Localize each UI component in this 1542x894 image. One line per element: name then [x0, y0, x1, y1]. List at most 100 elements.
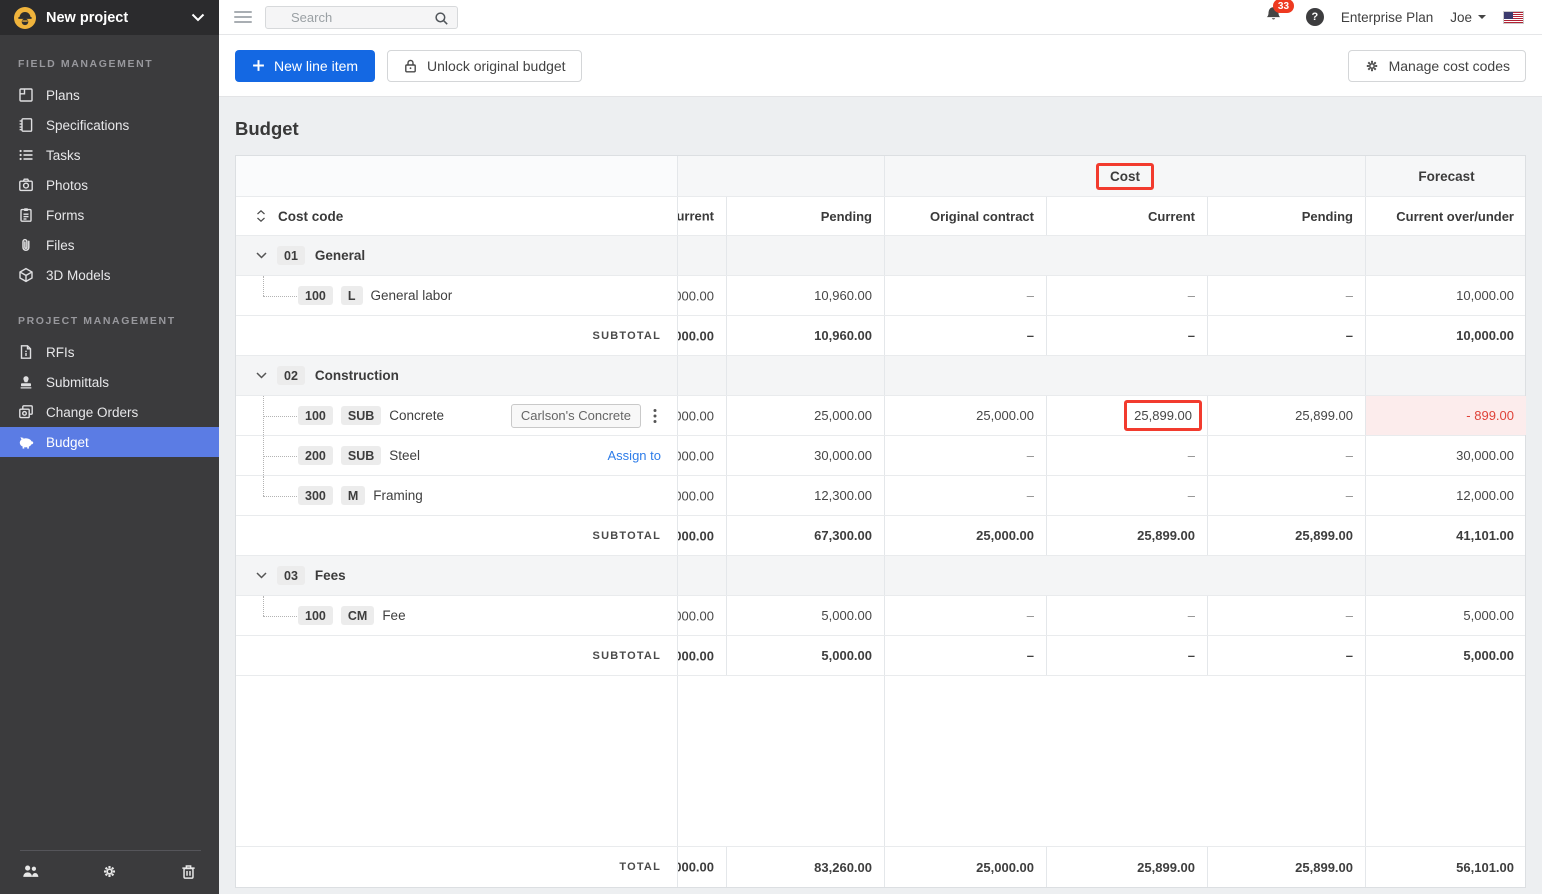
assign-to-link[interactable]: Assign to	[608, 448, 661, 463]
user-menu[interactable]: Joe	[1450, 10, 1486, 25]
project-switcher[interactable]: New project	[0, 0, 219, 35]
tree-line	[263, 596, 264, 616]
sidebar-item-forms[interactable]: Forms	[0, 200, 219, 230]
unlock-original-budget-button[interactable]: Unlock original budget	[387, 50, 582, 82]
piggy-bank-icon	[18, 434, 34, 450]
cell-pending-cost	[1207, 556, 1365, 595]
gear-icon	[1364, 58, 1380, 74]
cost-code-cell: 03Fees	[236, 556, 678, 595]
cell-current-clipped: 000.00	[678, 436, 726, 475]
cell-pending-cost: 25,899.00	[1207, 396, 1365, 435]
cell-current-over-under: 41,101.00	[1365, 516, 1526, 555]
cell-current: –	[1046, 596, 1207, 635]
sidebar-item-change-orders[interactable]: Change Orders	[0, 397, 219, 427]
cell-current-clipped: 000.00	[678, 847, 726, 887]
search-input[interactable]	[266, 10, 426, 25]
trash-icon[interactable]	[180, 863, 197, 880]
page-content: Budget Cost Forecast	[219, 118, 1542, 888]
column-header-cost-code[interactable]: Cost code	[236, 197, 678, 235]
group-header-row: Cost Forecast	[236, 156, 1525, 197]
item-label: Concrete	[389, 408, 444, 423]
chevron-down-icon[interactable]	[256, 252, 267, 259]
cell-current: –	[1046, 316, 1207, 355]
cell-current-clipped: 000.00	[678, 476, 726, 515]
sidebar-item-label: Plans	[46, 88, 80, 103]
plus-icon	[252, 59, 265, 72]
item-label: General labor	[371, 288, 453, 303]
subtotal-row: SUBTOTAL000.0010,960.00–––10,000.00	[236, 316, 1525, 356]
sidebar: New project FIELD MANAGEMENTPlansSpecifi…	[0, 0, 219, 894]
cell-current-clipped: 000.00	[678, 276, 726, 315]
cost-annotation-box: Cost	[1096, 163, 1154, 190]
notifications-button[interactable]: 33	[1264, 5, 1283, 29]
column-header-pending-cost: Pending	[1207, 197, 1365, 235]
action-toolbar: New line item Unlock original budget Man…	[219, 35, 1542, 97]
cell-current: 25,899.00	[1046, 516, 1207, 555]
chevron-down-icon	[191, 9, 205, 27]
cell-current: 25,899.00	[1046, 396, 1207, 435]
sidebar-item-submittals[interactable]: Submittals	[0, 367, 219, 397]
total-row: TOTAL000.0083,260.0025,000.0025,899.0025…	[236, 847, 1525, 887]
cell-original-contract: –	[884, 596, 1046, 635]
item-label: Framing	[373, 488, 423, 503]
item-label: Fee	[382, 608, 405, 623]
cell-pending-budget	[726, 676, 884, 846]
type-badge: L	[341, 286, 363, 305]
sidebar-item-3d-models[interactable]: 3D Models	[0, 260, 219, 290]
menu-button[interactable]	[234, 8, 252, 26]
sidebar-item-budget[interactable]: Budget	[0, 427, 219, 457]
code-badge: 100	[298, 286, 333, 305]
cell-original-contract: –	[884, 436, 1046, 475]
stamp-icon	[18, 374, 34, 390]
sidebar-item-label: Tasks	[46, 148, 81, 163]
us-flag-icon[interactable]	[1503, 11, 1524, 24]
sidebar-item-label: Budget	[46, 435, 89, 450]
line-item-row: 300MFraming000.0012,300.00–––12,000.00	[236, 476, 1525, 516]
sidebar-item-rfis[interactable]: RFIs	[0, 337, 219, 367]
cost-code-cell	[236, 676, 678, 846]
sidebar-item-files[interactable]: Files	[0, 230, 219, 260]
vendor-chip[interactable]: Carlson's Concrete	[511, 404, 641, 428]
cell-original-contract: –	[884, 636, 1046, 675]
cell-original-contract: 25,000.00	[884, 847, 1046, 887]
cell-current: –	[1046, 436, 1207, 475]
row-actions: Carlson's Concrete	[511, 404, 677, 428]
cell-current	[1046, 356, 1207, 395]
tree-line	[263, 456, 297, 457]
kebab-menu-button[interactable]	[649, 406, 661, 426]
chevron-down-icon[interactable]	[256, 372, 267, 379]
sidebar-item-plans[interactable]: Plans	[0, 80, 219, 110]
sidebar-item-tasks[interactable]: Tasks	[0, 140, 219, 170]
cost-code-cell: 300MFraming	[236, 476, 678, 515]
cost-code-cell: TOTAL	[236, 847, 678, 887]
value-annotation-box: 25,899.00	[1124, 400, 1202, 431]
sidebar-item-photos[interactable]: Photos	[0, 170, 219, 200]
gear-icon[interactable]	[101, 863, 118, 880]
cell-current-over-under: 12,000.00	[1365, 476, 1526, 515]
cell-pending-budget: 5,000.00	[726, 596, 884, 635]
sidebar-item-specifications[interactable]: Specifications	[0, 110, 219, 140]
line-item-row: 100SUBConcreteCarlson's Concrete000.0025…	[236, 396, 1525, 436]
cell-pending-budget: 83,260.00	[726, 847, 884, 887]
sort-icon[interactable]	[256, 210, 266, 222]
tree-line	[263, 296, 297, 297]
people-icon[interactable]	[22, 863, 39, 880]
clipboard-icon	[18, 207, 34, 223]
help-button[interactable]: ?	[1306, 8, 1324, 26]
group-label: General	[315, 248, 365, 263]
sidebar-item-label: Photos	[46, 178, 88, 193]
cell-original-contract: –	[884, 316, 1046, 355]
type-badge: SUB	[341, 406, 381, 425]
cost-code-cell: 100SUBConcreteCarlson's Concrete	[236, 396, 678, 435]
new-line-item-button[interactable]: New line item	[235, 50, 375, 82]
chevron-down-icon[interactable]	[256, 572, 267, 579]
cell-pending-budget	[726, 356, 884, 395]
manage-cost-codes-button[interactable]: Manage cost codes	[1348, 50, 1526, 82]
sidebar-section-label: PROJECT MANAGEMENT	[0, 290, 219, 337]
lock-icon	[403, 58, 418, 74]
cell-current-clipped: 000.00	[678, 316, 726, 355]
cost-code-cell: 01General	[236, 236, 678, 275]
budget-group-span	[678, 156, 884, 196]
group-label: Fees	[315, 568, 346, 583]
sidebar-footer	[0, 850, 219, 894]
